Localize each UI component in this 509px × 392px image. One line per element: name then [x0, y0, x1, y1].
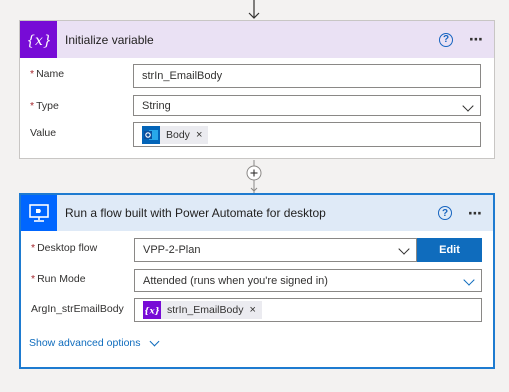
remove-token-icon[interactable]: ×	[249, 304, 255, 316]
svg-text:{x}: {x}	[145, 307, 159, 317]
type-label: * Type	[30, 100, 59, 112]
card-title: Run a flow built with Power Automate for…	[65, 206, 326, 220]
run-mode-select[interactable]: Attended (runs when you're signed in)	[134, 269, 482, 292]
outlook-icon	[142, 125, 160, 144]
more-options-icon[interactable]: ⋯	[469, 31, 484, 48]
name-label: * Name	[30, 68, 65, 80]
variable-token[interactable]: {x} strIn_EmailBody ×	[143, 301, 262, 319]
chevron-down-icon	[398, 243, 410, 255]
arg-input[interactable]: {x} strIn_EmailBody ×	[134, 298, 482, 322]
arg-label: ArgIn_strEmailBody	[31, 303, 124, 315]
card-header[interactable]: {x} Initialize variable ? ⋯	[20, 21, 494, 58]
initialize-variable-card[interactable]: {x} Initialize variable ? ⋯ *Name strIn_…	[19, 20, 495, 159]
connector-arrow-down-icon	[248, 0, 260, 19]
name-input[interactable]: strIn_EmailBody	[133, 64, 481, 88]
svg-text:{x}: {x}	[28, 33, 50, 49]
variable-icon: {x}	[20, 21, 57, 58]
variable-icon: {x}	[143, 301, 161, 319]
value-label: Value	[30, 127, 57, 139]
run-mode-label: * Run Mode	[31, 273, 86, 285]
card-title: Initialize variable	[65, 32, 154, 47]
desktop-flow-icon	[21, 195, 57, 231]
edit-button[interactable]: Edit	[417, 238, 482, 262]
chevron-down-icon	[463, 274, 475, 286]
add-step-icon[interactable]	[246, 160, 262, 193]
chevron-down-icon	[462, 100, 474, 112]
chevron-down-icon	[149, 336, 159, 346]
value-input[interactable]: Body ×	[133, 122, 481, 147]
desktop-flow-select[interactable]: VPP-2-Plan	[134, 238, 417, 262]
run-desktop-flow-card[interactable]: Run a flow built with Power Automate for…	[19, 193, 495, 369]
body-token[interactable]: Body ×	[142, 125, 209, 144]
type-select[interactable]: String	[133, 95, 481, 116]
help-icon[interactable]: ?	[438, 206, 452, 220]
help-icon[interactable]: ?	[439, 32, 453, 47]
more-options-icon[interactable]: ⋯	[468, 205, 483, 222]
remove-token-icon[interactable]: ×	[196, 129, 202, 141]
card-header[interactable]: Run a flow built with Power Automate for…	[21, 195, 493, 231]
show-advanced-options-link[interactable]: Show advanced options	[29, 336, 159, 349]
desktop-flow-label: * Desktop flow	[31, 242, 98, 254]
